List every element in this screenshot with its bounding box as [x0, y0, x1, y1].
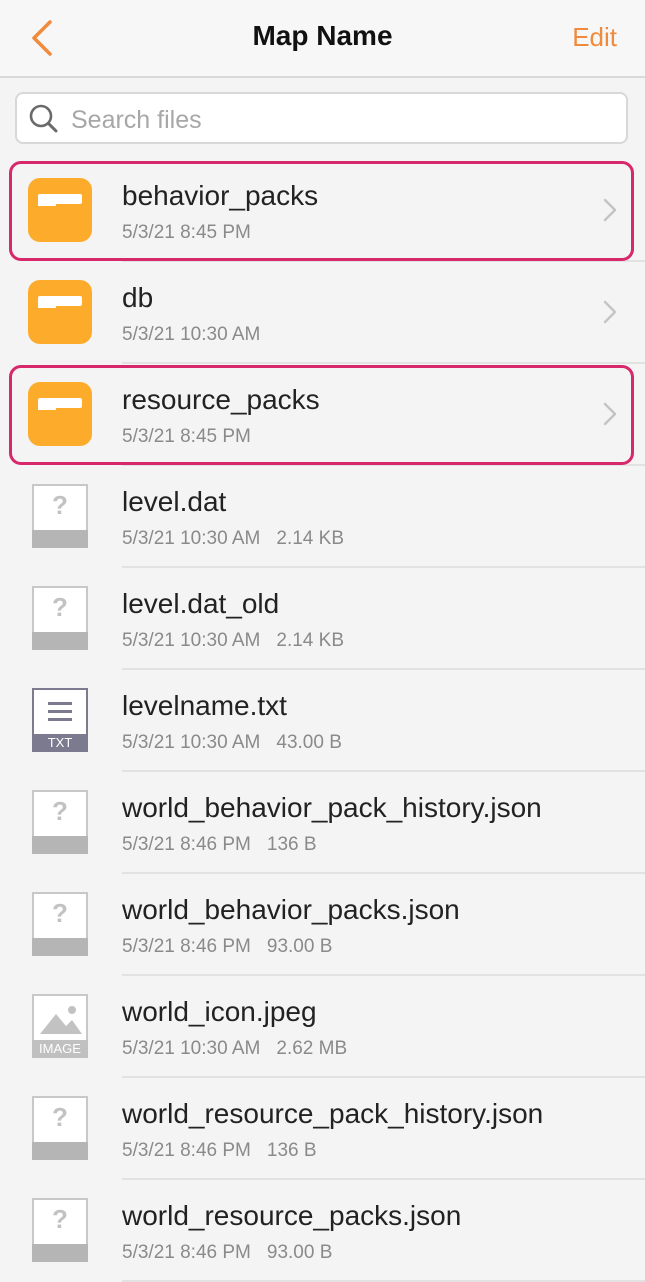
- file-date: 5/3/21 10:30 AM: [122, 528, 261, 549]
- search-box[interactable]: [15, 92, 628, 144]
- file-row[interactable]: ? world_behavior_packs.json 5/3/21 8:46 PM…: [0, 874, 645, 976]
- file-type-badge: TXT: [32, 734, 88, 752]
- file-name: resource_packs: [122, 384, 320, 415]
- file-meta: 5/3/21 10:30 AM 2.14 KB: [122, 528, 344, 550]
- file-name: world_behavior_packs.json: [122, 894, 460, 925]
- file-size: 93.00 B: [266, 936, 333, 957]
- file-name: levelname.txt: [122, 690, 287, 721]
- file-row[interactable]: IMAGE world_icon.jpeg 5/3/21 10:30 AM 2.62 …: [0, 976, 645, 1078]
- unknown-file-icon: ?: [28, 586, 94, 652]
- file-date: 5/3/21 10:30 AM: [122, 630, 261, 651]
- file-meta: 5/3/21 8:46 PM 136 B: [122, 1140, 317, 1162]
- search-icon: [29, 104, 58, 133]
- file-size: 2.14 KB: [276, 630, 344, 651]
- file-row[interactable]: ? world_resource_pack_history.json 5/3/21 …: [0, 1078, 645, 1180]
- file-name: world_resource_packs.json: [122, 1200, 462, 1231]
- file-meta: 5/3/21 8:46 PM 93.00 B: [122, 1242, 332, 1264]
- unknown-file-icon: ?: [28, 1096, 94, 1162]
- page-title: Map Name: [252, 20, 393, 51]
- file-size: 2.62 MB: [276, 1038, 348, 1059]
- file-meta: 5/3/21 8:45 PM: [122, 426, 251, 448]
- file-date: 5/3/21 8:46 PM: [122, 1242, 251, 1263]
- file-meta: 5/3/21 8:45 PM: [122, 222, 251, 244]
- file-date: 5/3/21 8:45 PM: [122, 426, 251, 447]
- file-size: 136 B: [266, 834, 317, 855]
- file-date: 5/3/21 8:46 PM: [122, 936, 251, 957]
- folder-row[interactable]: resource_packs 5/3/21 8:45 PM: [0, 364, 645, 466]
- file-meta: 5/3/21 10:30 AM 43.00 B: [122, 732, 342, 754]
- file-name: db: [122, 282, 154, 313]
- file-date: 5/3/21 10:30 AM: [122, 1038, 261, 1059]
- file-name: world_resource_pack_history.json: [122, 1098, 544, 1129]
- file-date: 5/3/21 8:45 PM: [122, 222, 251, 243]
- file-size: 136 B: [266, 1140, 317, 1161]
- file-date: 5/3/21 10:30 AM: [122, 324, 261, 345]
- file-row[interactable]: ? world_resource_packs.json 5/3/21 8:46 PM…: [0, 1180, 645, 1282]
- search-bar: [0, 78, 645, 162]
- folder-icon: [28, 280, 94, 346]
- file-meta: 5/3/21 10:30 AM 2.62 MB: [122, 1038, 347, 1060]
- file-list: behavior_packs 5/3/21 8:45 PM db 5/3/21 10:…: [0, 160, 645, 1282]
- file-meta: 5/3/21 10:30 AM 2.14 KB: [122, 630, 344, 652]
- image-file-icon: IMAGE: [28, 994, 94, 1060]
- file-size: 2.14 KB: [276, 528, 344, 549]
- edit-button[interactable]: Edit: [572, 22, 617, 53]
- file-name: behavior_packs: [122, 180, 319, 211]
- search-input[interactable]: [69, 100, 613, 140]
- file-date: 5/3/21 8:46 PM: [122, 834, 251, 855]
- file-type-badge: IMAGE: [32, 1040, 88, 1058]
- folder-icon: [28, 382, 94, 448]
- nav-bar: Map Name Edit: [0, 0, 645, 78]
- file-row[interactable]: ? level.dat 5/3/21 10:30 AM 2.14 KB: [0, 466, 645, 568]
- file-row[interactable]: ? world_behavior_pack_history.json 5/3/21 …: [0, 772, 645, 874]
- text-file-icon: TXT: [28, 688, 94, 754]
- unknown-file-icon: ?: [28, 790, 94, 856]
- chevron-right-icon: [603, 198, 617, 227]
- file-size: 43.00 B: [276, 732, 342, 753]
- file-name: level.dat_old: [122, 588, 280, 619]
- folder-icon: [28, 178, 94, 244]
- file-meta: 5/3/21 8:46 PM 93.00 B: [122, 936, 332, 958]
- unknown-file-icon: ?: [28, 892, 94, 958]
- chevron-right-icon: [603, 402, 617, 431]
- unknown-file-icon: ?: [28, 484, 94, 550]
- file-meta: 5/3/21 10:30 AM: [122, 324, 260, 346]
- unknown-file-icon: ?: [28, 1198, 94, 1264]
- file-name: level.dat: [122, 486, 227, 517]
- file-size: 93.00 B: [266, 1242, 333, 1263]
- folder-row[interactable]: db 5/3/21 10:30 AM: [0, 262, 645, 364]
- file-name: world_icon.jpeg: [122, 996, 317, 1027]
- chevron-right-icon: [603, 300, 617, 329]
- file-name: world_behavior_pack_history.json: [122, 792, 542, 823]
- file-row[interactable]: ? level.dat_old 5/3/21 10:30 AM 2.14 KB: [0, 568, 645, 670]
- file-date: 5/3/21 10:30 AM: [122, 732, 261, 753]
- folder-row[interactable]: behavior_packs 5/3/21 8:45 PM: [0, 160, 645, 262]
- file-date: 5/3/21 8:46 PM: [122, 1140, 251, 1161]
- file-meta: 5/3/21 8:46 PM 136 B: [122, 834, 317, 856]
- file-row[interactable]: TXT levelname.txt 5/3/21 10:30 AM 43.00 B: [0, 670, 645, 772]
